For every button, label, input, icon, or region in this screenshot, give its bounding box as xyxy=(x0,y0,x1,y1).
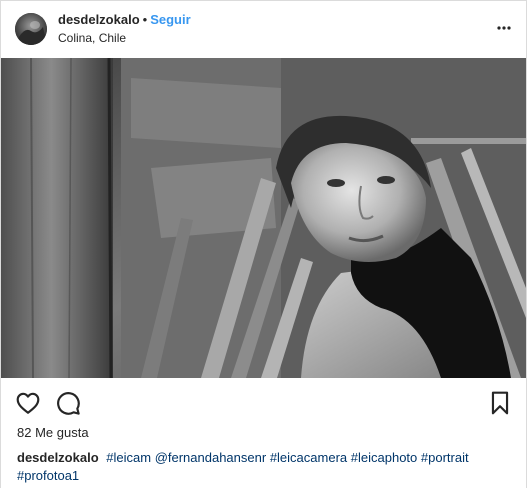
avatar-image xyxy=(15,13,47,45)
bookmark-icon[interactable] xyxy=(487,390,513,416)
avatar[interactable] xyxy=(15,13,47,45)
instagram-post: desdelzokalo • Seguir Colina, Chile 82 M… xyxy=(0,0,527,488)
post-caption: desdelzokalo #leicam @fernandahansenr #l… xyxy=(17,449,507,485)
post-photo[interactable] xyxy=(1,58,526,378)
comment-icon[interactable] xyxy=(55,390,81,416)
hashtag-link[interactable]: #leicaphoto xyxy=(351,450,418,465)
hashtag-link[interactable]: #leicam xyxy=(106,450,151,465)
more-horizontal-icon[interactable] xyxy=(496,20,512,36)
post-header: desdelzokalo • Seguir Colina, Chile xyxy=(1,1,526,58)
location-link[interactable]: Colina, Chile xyxy=(58,31,126,46)
portrait-photo-image xyxy=(1,58,526,378)
hashtag-link[interactable]: #portrait xyxy=(421,450,469,465)
hashtag-link[interactable]: #profotoa1 xyxy=(17,468,79,483)
hashtag-link[interactable]: #leicacamera xyxy=(270,450,347,465)
user-line: desdelzokalo • Seguir xyxy=(58,12,191,28)
username-link[interactable]: desdelzokalo xyxy=(58,12,140,27)
caption-username-link[interactable]: desdelzokalo xyxy=(17,450,99,465)
follow-button[interactable]: Seguir xyxy=(150,12,190,27)
separator-dot: • xyxy=(142,12,148,27)
post-actions xyxy=(1,378,526,428)
heart-icon[interactable] xyxy=(15,390,41,416)
likes-count[interactable]: 82 Me gusta xyxy=(17,424,89,442)
mention-link[interactable]: @fernandahansenr xyxy=(155,450,267,465)
